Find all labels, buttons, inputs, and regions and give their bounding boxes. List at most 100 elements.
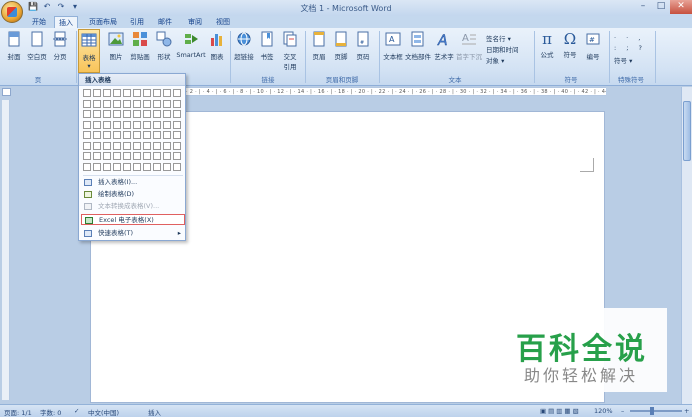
table-grid-cell[interactable] [173, 141, 181, 150]
table-grid-cell[interactable] [83, 162, 91, 171]
special-symbol-dropdown[interactable]: 符号 ▾ [614, 55, 632, 65]
tab-view[interactable]: 视图 [212, 16, 234, 28]
insert-table-item[interactable]: 插入表格(I)... [81, 177, 185, 188]
table-grid-cell[interactable] [123, 131, 131, 139]
table-grid-cell[interactable] [153, 89, 161, 97]
table-grid-cell[interactable] [173, 152, 181, 160]
table-grid-cell[interactable] [113, 110, 121, 118]
table-grid-cell[interactable] [173, 131, 181, 139]
numbering-button[interactable]: # 编号 [583, 31, 603, 61]
table-grid-cell[interactable] [163, 120, 171, 129]
tab-mailings[interactable]: 邮件 [154, 16, 176, 28]
table-grid-cell[interactable] [93, 89, 101, 97]
table-grid-cell[interactable] [123, 89, 131, 97]
table-grid-cell[interactable] [143, 141, 151, 150]
table-grid-cell[interactable] [163, 89, 171, 97]
table-grid-cell[interactable] [133, 152, 141, 160]
maximize-button[interactable]: □ [652, 0, 670, 14]
bookmark-button[interactable]: 书签 [257, 31, 277, 61]
text-box-button[interactable]: A 文本框 [382, 31, 404, 61]
table-grid-cell[interactable] [133, 99, 141, 108]
zoom-out-button[interactable]: – [621, 407, 624, 415]
shapes-button[interactable]: 形状 [154, 31, 174, 61]
table-grid-cell[interactable] [143, 131, 151, 139]
table-grid-cell[interactable] [153, 152, 161, 160]
table-grid-cell[interactable] [143, 99, 151, 108]
table-grid-cell[interactable] [83, 120, 91, 129]
special-symbols-grid-row-1[interactable]: · · , [614, 34, 644, 42]
smartart-button[interactable]: SmartArt [176, 31, 206, 59]
table-grid-cell[interactable] [113, 152, 121, 160]
insert-mode-status[interactable]: 插入 [148, 407, 161, 417]
table-grid-cell[interactable] [163, 110, 171, 118]
cross-reference-button[interactable]: 交叉 引用 [279, 31, 301, 71]
equation-button[interactable]: π 公式 [538, 31, 556, 59]
page-break-button[interactable]: 分页 [50, 31, 70, 61]
table-grid-cell[interactable] [103, 152, 111, 160]
vertical-ruler[interactable] [2, 100, 10, 400]
table-grid-cell[interactable] [123, 110, 131, 118]
table-grid-cell[interactable] [113, 141, 121, 150]
table-grid-cell[interactable] [93, 99, 101, 108]
tab-review[interactable]: 审阅 [184, 16, 206, 28]
table-grid-cell[interactable] [163, 162, 171, 171]
table-grid-cell[interactable] [133, 141, 141, 150]
table-grid-cell[interactable] [93, 131, 101, 139]
footer-button[interactable]: 页脚 [331, 31, 351, 61]
table-button[interactable]: 表格 ▾ [78, 29, 100, 73]
table-grid-cell[interactable] [173, 99, 181, 108]
language-status[interactable]: 中文(中国) [88, 407, 119, 417]
table-grid-cell[interactable] [173, 110, 181, 118]
table-grid-cell[interactable] [163, 131, 171, 139]
table-grid-cell[interactable] [123, 141, 131, 150]
table-grid-cell[interactable] [123, 120, 131, 129]
table-grid-cell[interactable] [173, 120, 181, 129]
table-grid-cell[interactable] [83, 152, 91, 160]
table-grid-cell[interactable] [93, 120, 101, 129]
table-grid-cell[interactable] [103, 131, 111, 139]
signature-line-button[interactable]: 签名行 ▾ [486, 33, 511, 43]
table-grid-cell[interactable] [173, 89, 181, 97]
header-button[interactable]: 页眉 [309, 31, 329, 61]
table-grid-cell[interactable] [103, 110, 111, 118]
page-number-button[interactable]: # 页码 [353, 31, 373, 61]
table-grid-cell[interactable] [103, 120, 111, 129]
table-grid-cell[interactable] [113, 99, 121, 108]
table-grid-cell[interactable] [103, 99, 111, 108]
table-grid-cell[interactable] [133, 162, 141, 171]
table-grid-cell[interactable] [83, 141, 91, 150]
table-grid-cell[interactable] [113, 162, 121, 171]
minimize-button[interactable]: – [634, 0, 652, 14]
table-grid-cell[interactable] [83, 110, 91, 118]
zoom-slider-track[interactable] [630, 410, 682, 412]
zoom-in-button[interactable]: + [684, 407, 689, 415]
table-grid-cell[interactable] [143, 152, 151, 160]
table-grid-cell[interactable] [153, 162, 161, 171]
wordart-button[interactable]: A 艺术字 [432, 31, 456, 61]
table-grid-cell[interactable] [163, 152, 171, 160]
table-grid-cell[interactable] [143, 120, 151, 129]
object-button[interactable]: 对象 ▾ [486, 55, 504, 65]
draw-table-item[interactable]: 绘制表格(D) [81, 189, 185, 200]
table-grid-cell[interactable] [93, 162, 101, 171]
ruler-toggle[interactable] [2, 88, 11, 96]
table-grid-cell[interactable] [143, 162, 151, 171]
table-grid-cell[interactable] [143, 89, 151, 97]
table-grid-cell[interactable] [143, 110, 151, 118]
tab-insert[interactable]: 插入 [54, 16, 78, 28]
tab-home[interactable]: 开始 [28, 16, 50, 28]
drop-cap-button[interactable]: A 首字下沉 [456, 31, 482, 61]
table-grid-cell[interactable] [103, 89, 111, 97]
table-grid-cell[interactable] [153, 99, 161, 108]
table-grid-cell[interactable] [83, 131, 91, 139]
table-grid-cell[interactable] [93, 152, 101, 160]
table-grid-cell[interactable] [113, 89, 121, 97]
zoom-slider-knob[interactable] [650, 407, 654, 415]
table-grid-cell[interactable] [153, 120, 161, 129]
quick-parts-button[interactable]: 文档部件 [405, 31, 431, 61]
table-grid-cell[interactable] [93, 141, 101, 150]
proofing-icon[interactable]: ✓ [74, 407, 79, 415]
vertical-scrollbar[interactable] [681, 87, 692, 404]
view-buttons[interactable]: ▣▤▥▦▧ [540, 407, 581, 415]
picture-button[interactable]: 图片 [106, 31, 126, 61]
